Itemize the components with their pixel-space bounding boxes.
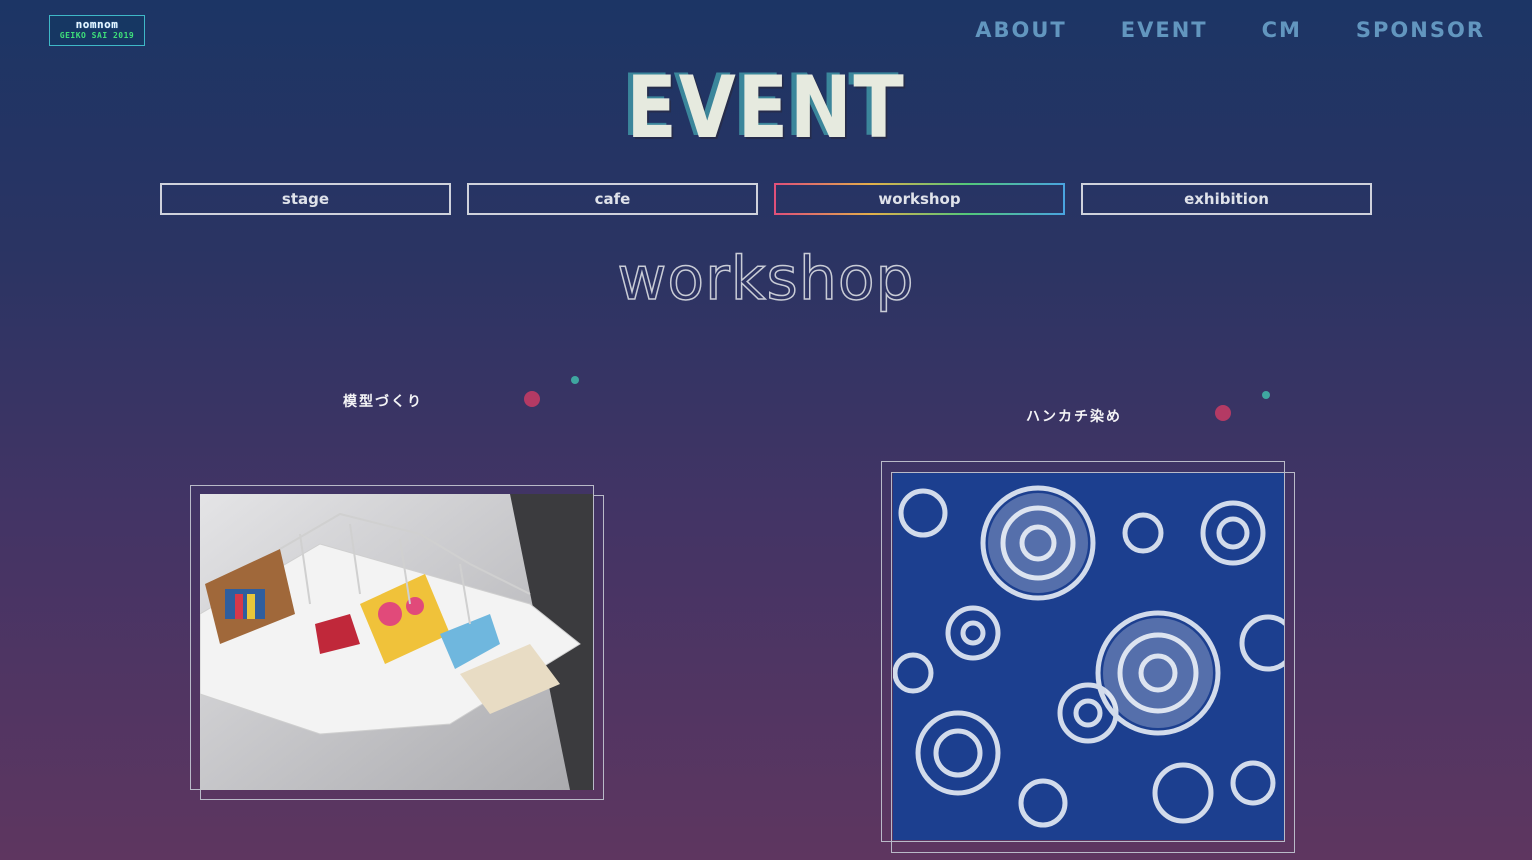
workshop-title-2: ハンカチ染め [1026, 409, 1122, 425]
decor-dot-pink-2 [1215, 405, 1231, 421]
section-title: workshop [617, 243, 915, 315]
tab-cafe[interactable]: cafe [467, 183, 758, 215]
tab-stage[interactable]: stage [160, 183, 451, 215]
nav-about[interactable]: ABOUT [975, 18, 1067, 42]
workshop-photo-model[interactable] [200, 494, 593, 790]
architectural-model-image [200, 494, 593, 790]
tie-dye-image [893, 473, 1284, 840]
tab-exhibition[interactable]: exhibition [1081, 183, 1372, 215]
workshop-title-1: 模型づくり [343, 394, 423, 410]
nav-cm[interactable]: CM [1262, 18, 1302, 42]
main-nav: ABOUT EVENT CM SPONSOR [921, 18, 1485, 42]
tab-workshop[interactable]: workshop [774, 183, 1065, 215]
nav-sponsor[interactable]: SPONSOR [1356, 18, 1485, 42]
page-title: EVENT [626, 58, 906, 158]
decor-dot-teal [571, 376, 579, 384]
nav-event[interactable]: EVENT [1121, 18, 1208, 42]
logo-subtext: GEIKO SAI 2019 [59, 31, 135, 40]
workshop-photo-tiedye[interactable] [893, 473, 1284, 840]
decor-dot-teal-2 [1262, 391, 1270, 399]
site-logo[interactable]: nomnom GEIKO SAI 2019 [49, 15, 145, 46]
logo-text: nomnom [75, 18, 119, 31]
decor-dot-pink [524, 391, 540, 407]
event-tabs: stage cafe workshop exhibition [160, 183, 1372, 215]
